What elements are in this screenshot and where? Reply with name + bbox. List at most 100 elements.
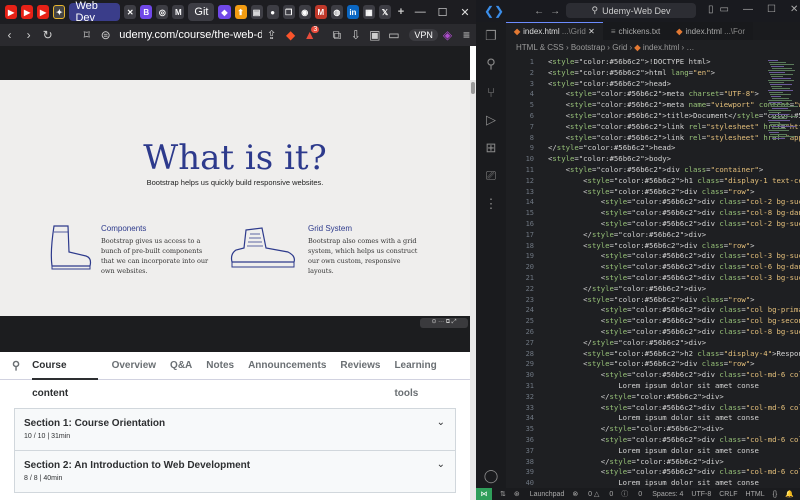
- tab-learning-tools[interactable]: Learning tools: [394, 352, 456, 399]
- code-line[interactable]: <style="color:#56b6c2">div class="col-2 …: [548, 219, 800, 228]
- globe-icon[interactable]: ◍: [330, 5, 343, 19]
- video-mini-controls[interactable]: ⊙ ··· ⧉ ⤢: [420, 318, 468, 328]
- braces-icon[interactable]: {}: [773, 491, 778, 498]
- run-debug-icon[interactable]: ▷: [476, 106, 506, 134]
- extension-icon[interactable]: ▦: [362, 5, 375, 19]
- leo-icon[interactable]: ◈: [438, 28, 457, 42]
- sync-icon[interactable]: ⇅: [500, 490, 506, 498]
- linkedin-icon[interactable]: in: [346, 5, 359, 19]
- code-line[interactable]: <style="color:#56b6c2">h1 class="display…: [548, 176, 800, 185]
- breadcrumb-item[interactable]: index.html: [643, 43, 679, 52]
- editor-tab[interactable]: ◆ index.html ...\Grid ✕: [506, 22, 603, 40]
- rewards-icon[interactable]: ▲ 3: [300, 26, 320, 42]
- sidebar-icon[interactable]: ▣: [365, 28, 384, 42]
- lecture-video-slide[interactable]: [0, 80, 470, 316]
- code-line[interactable]: <style="color:#56b6c2">html lang="en">: [548, 68, 715, 77]
- bookmark-icon[interactable]: ⌑: [77, 28, 96, 42]
- remote-indicator-icon[interactable]: ⋈: [476, 488, 492, 500]
- extensions-icon[interactable]: ⊞: [476, 134, 506, 162]
- tab-git[interactable]: Git: [188, 3, 215, 21]
- code-line[interactable]: <style="color:#56b6c2">body>: [548, 154, 671, 163]
- md-icon[interactable]: M: [172, 5, 185, 19]
- download-icon[interactable]: ⇩: [346, 28, 365, 42]
- code-line[interactable]: </style="color:#56b6c2">div>: [548, 392, 724, 401]
- scrollbar-thumb[interactable]: [471, 82, 475, 94]
- minimize-icon[interactable]: —: [743, 4, 753, 15]
- code-line[interactable]: </style="color:#56b6c2">div>: [548, 338, 706, 347]
- udemy-icon[interactable]: ✦: [53, 5, 66, 19]
- close-icon[interactable]: ✕: [588, 27, 595, 36]
- code-line[interactable]: <style="color:#56b6c2">meta charset="UTF…: [548, 89, 759, 98]
- code-line[interactable]: <style="color:#56b6c2">head>: [548, 79, 671, 88]
- code-line[interactable]: <style="color:#56b6c2">div class="row">: [548, 187, 754, 196]
- nav-forward-icon[interactable]: →: [550, 6, 560, 17]
- target-icon[interactable]: ◉: [298, 5, 311, 19]
- encoding-status[interactable]: UTF-8: [691, 491, 711, 498]
- vpn-button[interactable]: VPN: [409, 29, 438, 41]
- share-icon[interactable]: ⇪: [262, 28, 281, 42]
- code-line[interactable]: <style="color:#56b6c2">div class="col-md…: [548, 467, 800, 476]
- code-line[interactable]: <style="color:#56b6c2">h2 class="display…: [548, 349, 800, 358]
- section-accordion-1[interactable]: Section 1: Course Orientation 10 / 10 | …: [14, 408, 456, 451]
- code-line[interactable]: Lorem ipsum dolor sit amet conse: [548, 381, 759, 390]
- editor-tab[interactable]: ≡ chickens.txt: [602, 22, 669, 40]
- extensions-icon[interactable]: ⧉: [327, 28, 346, 43]
- info-indicator[interactable]: ⓘ 0: [621, 489, 642, 499]
- breadcrumb-item[interactable]: Bootstrap: [571, 43, 605, 52]
- code-line[interactable]: <style="color:#56b6c2">div class="col-8 …: [548, 208, 800, 217]
- site-info-icon[interactable]: ⊜: [96, 28, 115, 42]
- brave-shield-icon[interactable]: ◆: [281, 28, 300, 42]
- explorer-icon[interactable]: ❐: [476, 22, 506, 50]
- address-bar[interactable]: udemy.com/course/the-web-devel...: [119, 29, 262, 41]
- youtube-icon[interactable]: ▶: [5, 5, 18, 19]
- search-icon[interactable]: ⚲: [476, 50, 506, 78]
- language-status[interactable]: HTML: [746, 491, 765, 498]
- gmail-icon[interactable]: M: [314, 5, 327, 19]
- bootstrap-icon[interactable]: B: [140, 5, 153, 19]
- code-line[interactable]: <style="color:#56b6c2">div class="col-md…: [548, 370, 800, 379]
- bookmark-icon[interactable]: ❐: [282, 5, 295, 19]
- code-line[interactable]: <style="color:#56b6c2">div class="col-md…: [548, 435, 800, 444]
- code-line[interactable]: <style="color:#56b6c2">div class="row">: [548, 241, 754, 250]
- code-line[interactable]: <style="color:#56b6c2">title>Document</s…: [548, 111, 800, 120]
- indentation-status[interactable]: Spaces: 4: [652, 491, 683, 498]
- tab-overview[interactable]: Overview: [112, 352, 156, 380]
- code-line[interactable]: Lorem ipsum dolor sit amet conse: [548, 478, 759, 487]
- code-line[interactable]: Lorem ipsum dolor sit amet conse: [548, 413, 759, 422]
- x-icon[interactable]: 𝕏: [378, 5, 391, 19]
- search-icon[interactable]: ⚲: [12, 352, 20, 380]
- code-line[interactable]: <style="color:#56b6c2">link rel="stylesh…: [548, 122, 800, 131]
- code-line[interactable]: <style="color:#56b6c2">div class="col-3 …: [548, 251, 800, 260]
- minimap[interactable]: [764, 54, 800, 488]
- tree-view-icon[interactable]: ⋮: [476, 190, 506, 218]
- youtube-icon[interactable]: ▶: [37, 5, 50, 19]
- breadcrumb-item[interactable]: Grid: [612, 43, 627, 52]
- nav-back-icon[interactable]: ←: [534, 6, 544, 17]
- notifications-icon[interactable]: 🔔: [785, 490, 794, 498]
- minimize-icon[interactable]: —: [409, 6, 431, 18]
- code-editor[interactable]: 1 <style="color:#56b6c2">!DOCTYPE html> 2 <…: [506, 54, 800, 498]
- code-line[interactable]: <style="color:#56b6c2">div class="col bg…: [548, 316, 800, 325]
- code-line[interactable]: <style="color:#56b6c2">div class="col-8 …: [548, 327, 800, 336]
- code-line[interactable]: <style="color:#56b6c2">meta name="viewpo…: [548, 100, 800, 109]
- tab-announcements[interactable]: Announcements: [248, 352, 326, 380]
- tab-notes[interactable]: Notes: [206, 352, 234, 380]
- wallet-icon[interactable]: ▭: [384, 28, 403, 42]
- upload-icon[interactable]: ⬆: [234, 5, 247, 19]
- launchpad-button[interactable]: ⊛ Launchpad: [514, 490, 564, 498]
- code-line[interactable]: <style="color:#56b6c2">div class="row">: [548, 359, 754, 368]
- panel-icon[interactable]: ▭: [720, 4, 729, 15]
- tab-reviews[interactable]: Reviews: [340, 352, 380, 380]
- menu-icon[interactable]: ≡: [457, 28, 476, 42]
- code-line[interactable]: <style="color:#56b6c2">div class="col-md…: [548, 403, 800, 412]
- close-window-icon[interactable]: ✕: [454, 6, 476, 19]
- problems-indicator[interactable]: ⊗ 0 △ 0: [572, 490, 613, 498]
- remote-explorer-icon[interactable]: ⎚: [476, 162, 506, 190]
- forward-icon[interactable]: ›: [19, 28, 38, 42]
- code-line[interactable]: <style="color:#56b6c2">div class="col-3 …: [548, 273, 800, 282]
- breadcrumb-item[interactable]: HTML & CSS: [516, 43, 564, 52]
- code-line[interactable]: <style="color:#56b6c2">div class="col-6 …: [548, 262, 800, 271]
- code-line[interactable]: <style="color:#56b6c2">div class="contai…: [548, 165, 764, 174]
- code-line[interactable]: </style="color:#56b6c2">div>: [548, 284, 706, 293]
- close-icon[interactable]: ✕: [124, 5, 137, 19]
